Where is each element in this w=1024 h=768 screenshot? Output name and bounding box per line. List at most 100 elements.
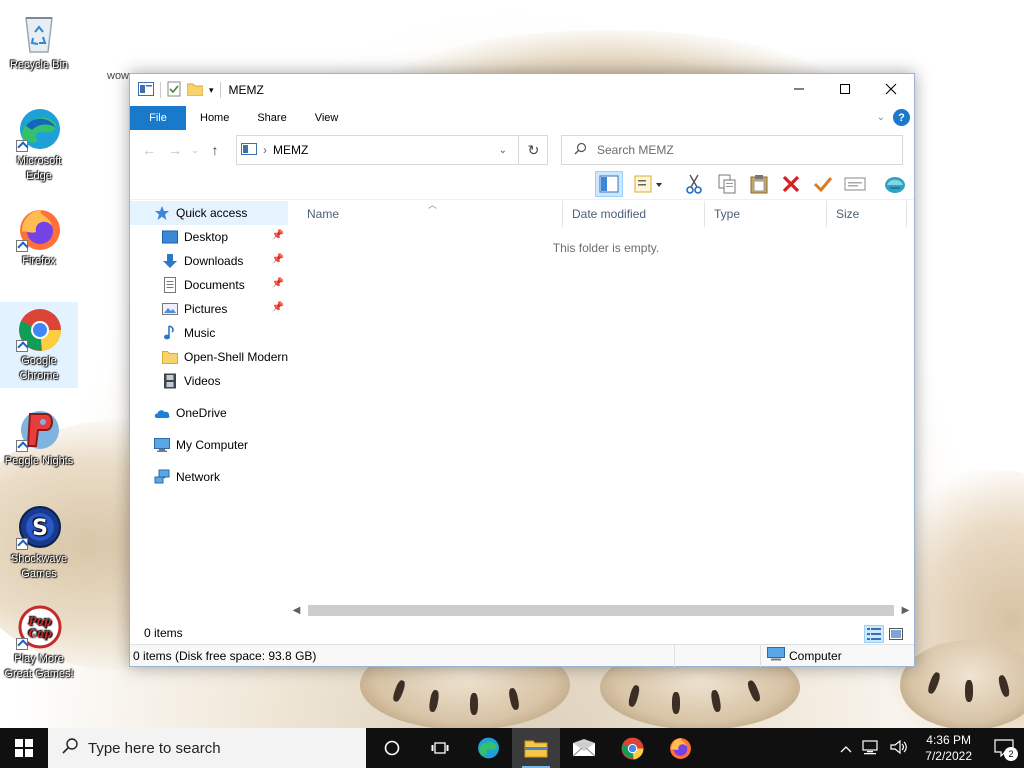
nav-label: Quick access (176, 206, 248, 220)
paste-icon[interactable] (745, 171, 773, 197)
address-dropdown-icon[interactable]: ⌄ (499, 145, 507, 156)
start-button[interactable] (0, 728, 48, 768)
network-status-icon[interactable] (857, 739, 885, 758)
large-icons-view-icon[interactable] (886, 625, 906, 643)
scroll-right-icon[interactable]: ▶ (897, 602, 914, 619)
breadcrumb-memz[interactable]: MEMZ (273, 143, 308, 157)
close-button[interactable] (868, 74, 914, 104)
nav-label: Downloads (184, 254, 244, 268)
taskbar-mail[interactable] (560, 728, 608, 768)
system-tray: 4:36 PM 7/2/2022 2 (835, 728, 1024, 768)
forward-button[interactable]: → (162, 142, 188, 158)
desktop-icon-label: Firefox (22, 255, 56, 267)
chrome-icon (621, 737, 644, 760)
new-folder-icon[interactable] (186, 82, 204, 99)
desktop-icon-peggle-nights[interactable]: Peggle Nights (0, 402, 78, 474)
desktop-icon-firefox[interactable]: Firefox (0, 202, 78, 274)
refresh-button[interactable]: ↻ (518, 135, 548, 165)
tab-home[interactable]: Home (186, 106, 243, 130)
picture-icon (162, 301, 178, 317)
properties-check-icon[interactable] (809, 171, 837, 197)
nav-open-shell-modern[interactable]: Open-Shell Modern (130, 345, 288, 369)
nav-network[interactable]: Network (130, 465, 288, 489)
nav-quick-access[interactable]: Quick access (130, 201, 288, 225)
tab-file[interactable]: File (130, 106, 186, 130)
desktop-icon-play-more-great-games[interactable]: Pop Cap Play More Great Games! (0, 600, 78, 686)
customize-qat-icon[interactable]: ▾ (209, 85, 214, 96)
open-shell-icon[interactable] (881, 171, 909, 197)
cut-icon[interactable] (680, 171, 708, 197)
show-hidden-icons-chevron-icon[interactable] (835, 741, 857, 756)
nav-videos[interactable]: Videos (130, 369, 288, 393)
action-center-button[interactable]: 2 (984, 728, 1024, 768)
item-count-bar: 0 items (130, 621, 914, 645)
firefox-icon (16, 206, 62, 252)
copy-icon[interactable] (713, 171, 741, 197)
recycle-bin-icon (16, 10, 62, 56)
minimize-button[interactable] (776, 74, 822, 104)
svg-text:S: S (32, 516, 48, 541)
scrollbar-thumb[interactable] (308, 605, 894, 616)
navigation-pane-toggle-icon[interactable] (595, 171, 623, 197)
desktop-icon-google-chrome[interactable]: Google Chrome (0, 302, 78, 388)
desktop-icon-shockwave-games[interactable]: S Shockwave Games (0, 500, 78, 586)
maximize-button[interactable] (822, 74, 868, 104)
search-box[interactable] (561, 135, 903, 165)
email-icon[interactable] (841, 171, 869, 197)
scroll-left-icon[interactable]: ◀ (288, 602, 305, 619)
taskbar-chrome[interactable] (608, 728, 656, 768)
nav-downloads[interactable]: Downloads 📌 (130, 249, 288, 273)
taskbar-search-box[interactable]: Type here to search (48, 728, 366, 768)
nav-label: Videos (184, 374, 221, 388)
search-input[interactable] (597, 143, 877, 157)
layout-menu-icon[interactable] (632, 171, 666, 197)
taskbar-file-explorer[interactable] (512, 728, 560, 768)
recent-locations-button[interactable]: ⌄ (188, 145, 202, 156)
clock-time: 4:36 PM (926, 733, 971, 747)
title-bar[interactable]: ▾ MEMZ (130, 74, 914, 106)
file-list[interactable]: ︿ Name Date modified Type Size This fold… (298, 200, 914, 601)
horizontal-scrollbar[interactable]: ◀ ▶ (288, 602, 914, 619)
desktop-icon-microsoft-edge[interactable]: Microsoft Edge (0, 102, 78, 188)
task-view-button[interactable] (416, 728, 464, 768)
expand-ribbon-icon[interactable]: ⌄ (877, 112, 885, 123)
desktop-icon-label: Play More Great Games! (4, 653, 74, 680)
properties-icon[interactable] (167, 81, 181, 100)
up-button[interactable]: ↑ (202, 142, 228, 158)
clock[interactable]: 4:36 PM 7/2/2022 (913, 732, 984, 764)
help-icon[interactable]: ? (893, 109, 910, 126)
window-menu-icon[interactable] (138, 81, 154, 99)
address-bar[interactable]: › MEMZ ⌄ (236, 135, 548, 165)
computer-icon (767, 647, 785, 664)
back-button[interactable]: ← (136, 142, 162, 158)
nav-my-computer[interactable]: My Computer (130, 433, 288, 457)
nav-documents[interactable]: Documents 📌 (130, 273, 288, 297)
desktop-icon-recycle-bin[interactable]: Recycle Bin (0, 6, 78, 80)
pin-icon: 📌 (271, 254, 284, 265)
tab-share[interactable]: Share (243, 106, 300, 130)
nav-music[interactable]: Music (130, 321, 288, 345)
breadcrumb-chevron-icon: › (263, 143, 267, 157)
taskbar-edge[interactable] (464, 728, 512, 768)
folder-icon (162, 349, 178, 365)
delete-icon[interactable] (777, 171, 805, 197)
column-headers: ︿ Name Date modified Type Size (298, 200, 914, 227)
cortana-icon (384, 740, 400, 756)
column-name[interactable]: Name (298, 201, 563, 227)
cortana-button[interactable] (368, 728, 416, 768)
nav-onedrive[interactable]: OneDrive (130, 401, 288, 425)
column-type[interactable]: Type (705, 201, 827, 227)
tab-view[interactable]: View (301, 106, 353, 130)
taskbar-firefox[interactable] (656, 728, 704, 768)
desktop-icon-label: Google Chrome (19, 355, 59, 382)
search-icon (574, 142, 587, 158)
column-date-modified[interactable]: Date modified (563, 201, 705, 227)
nav-pictures[interactable]: Pictures 📌 (130, 297, 288, 321)
details-view-icon[interactable] (864, 625, 884, 643)
status-bar: 0 items (Disk free space: 93.8 GB) Compu… (130, 644, 914, 667)
volume-icon[interactable] (885, 739, 913, 758)
nav-desktop[interactable]: Desktop 📌 (130, 225, 288, 249)
column-size[interactable]: Size (827, 201, 907, 227)
firefox-icon (670, 738, 691, 759)
desktop-folder-icon (162, 229, 178, 245)
